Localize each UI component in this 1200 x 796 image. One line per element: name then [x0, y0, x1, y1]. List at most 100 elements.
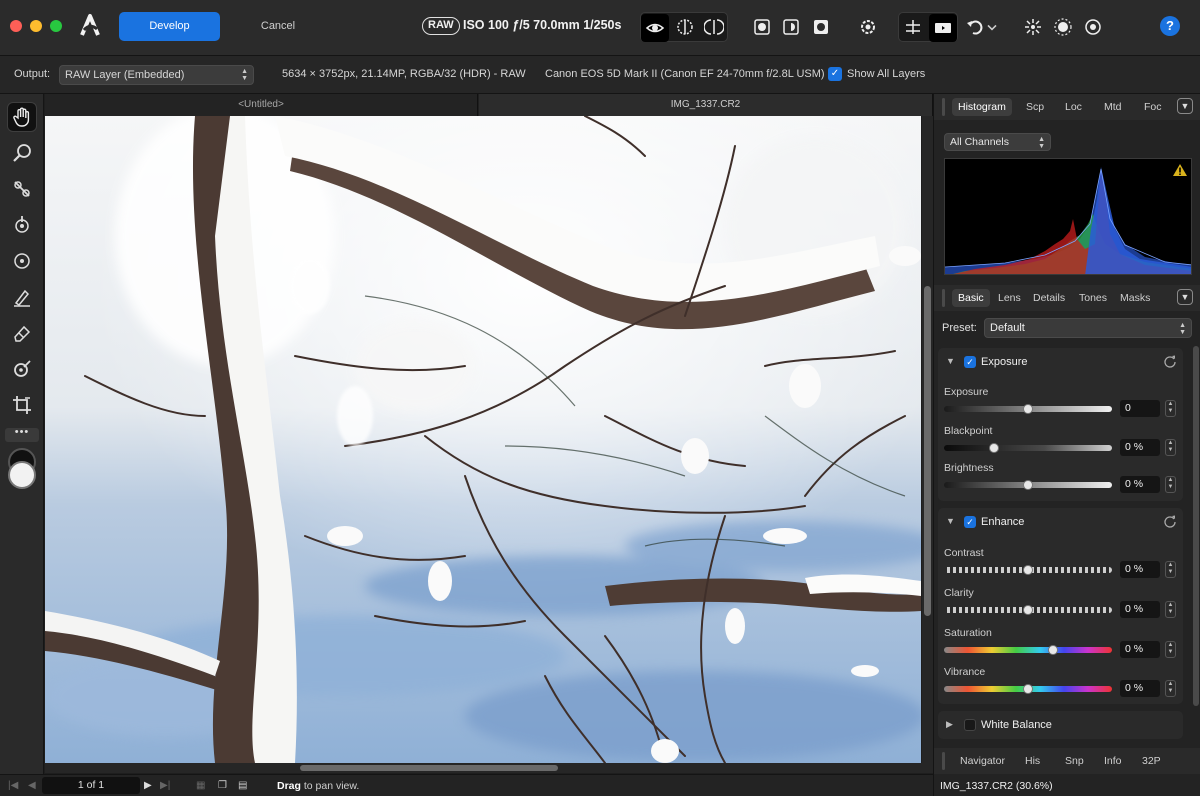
assistant-icon[interactable] [1049, 13, 1077, 41]
tab-lens[interactable]: Lens [992, 289, 1027, 307]
contrast-slider-knob[interactable] [1023, 565, 1033, 575]
tab-snapshots[interactable]: Snp [1059, 752, 1090, 770]
red-eye-tool[interactable] [7, 174, 37, 204]
canvas-horizontal-scrollbar[interactable] [45, 763, 933, 773]
brightness-stepper[interactable]: ▲ ▼ [1165, 476, 1176, 493]
saturation-value-field[interactable]: 0 % [1120, 641, 1160, 658]
saturation-slider[interactable] [944, 647, 1112, 653]
inpainting-tool[interactable] [7, 246, 37, 276]
primary-color-swatch[interactable] [8, 461, 36, 489]
exposure-slider-knob[interactable] [1023, 404, 1033, 414]
highlight-clipping-icon[interactable] [777, 13, 805, 41]
last-page-icon[interactable]: ▶| [160, 780, 170, 791]
overlay-paint-tool[interactable] [7, 282, 37, 312]
tab-navigator[interactable]: Navigator [954, 752, 1011, 770]
panel-scrollbar[interactable] [1193, 346, 1199, 706]
tab-tones[interactable]: Tones [1073, 289, 1113, 307]
canvas-vertical-scrollbar[interactable] [922, 116, 933, 763]
zoom-tool[interactable] [7, 138, 37, 168]
tab-untitled[interactable]: <Untitled> [45, 94, 478, 116]
contrast-stepper[interactable]: ▲ ▼ [1165, 561, 1176, 578]
snapshot-icon[interactable] [1079, 13, 1107, 41]
saturation-slider-knob[interactable] [1048, 645, 1059, 655]
next-page-icon[interactable]: ▶ [144, 780, 152, 791]
mirror-view-icon[interactable] [700, 13, 728, 41]
vibrance-stepper[interactable]: ▲ ▼ [1165, 680, 1176, 697]
page-indicator[interactable]: 1 of 1 [42, 777, 140, 794]
layout-split-icon[interactable] [899, 13, 927, 41]
overlay-erase-tool[interactable] [7, 318, 37, 348]
contrast-value-field[interactable]: 0 % [1120, 561, 1160, 578]
exposure-stepper[interactable]: ▲ ▼ [1165, 400, 1176, 417]
tab-details[interactable]: Details [1027, 289, 1071, 307]
disclosure-open-icon[interactable]: ▼ [946, 516, 955, 526]
sun-burst-icon[interactable] [1019, 13, 1047, 41]
enhance-enable-checkbox[interactable]: ✓ [964, 516, 976, 528]
tab-img-1337[interactable]: IMG_1337.CR2 [479, 94, 933, 116]
tab-info[interactable]: Info [1098, 752, 1128, 770]
eye-view-icon[interactable] [641, 14, 669, 42]
help-icon[interactable]: ? [1160, 16, 1180, 36]
horizontal-scroll-thumb[interactable] [300, 765, 558, 771]
enhance-group-header[interactable]: ▼ ✓ Enhance [938, 508, 1183, 536]
brightness-value-field[interactable]: 0 % [1120, 476, 1160, 493]
close-window-button[interactable] [10, 20, 22, 32]
blackpoint-stepper[interactable]: ▲ ▼ [1165, 439, 1176, 456]
disclosure-open-icon[interactable]: ▼ [946, 356, 955, 366]
panel-grip[interactable] [942, 98, 945, 116]
chevron-down-icon[interactable]: ▼ [1177, 289, 1193, 305]
saturation-stepper[interactable]: ▲ ▼ [1165, 641, 1176, 658]
settings-gear-icon[interactable] [854, 13, 882, 41]
clipping-warning-icon[interactable] [1173, 164, 1187, 176]
vibrance-value-field[interactable]: 0 % [1120, 680, 1160, 697]
develop-button[interactable]: Develop [119, 12, 220, 41]
grid-view-icon[interactable]: ▦ [196, 780, 205, 791]
white-balance-group[interactable]: ▶ White Balance [938, 711, 1183, 739]
channel-select[interactable]: All Channels ▲ ▼ [944, 133, 1051, 151]
prev-page-icon[interactable]: ◀ [28, 780, 36, 791]
tab-basic[interactable]: Basic [952, 289, 990, 307]
disclosure-closed-icon[interactable]: ▶ [946, 719, 953, 730]
duplicate-icon[interactable]: ❐ [218, 780, 227, 791]
exposure-group-header[interactable]: ▼ ✓ Exposure [938, 348, 1183, 376]
tab-location[interactable]: Loc [1059, 98, 1088, 116]
more-tools-button[interactable]: ••• [5, 427, 39, 442]
chevron-down-icon[interactable]: ▼ [1177, 98, 1193, 114]
tab-metadata[interactable]: Mtd [1098, 98, 1128, 116]
panel-grip[interactable] [942, 289, 945, 307]
zoom-window-button[interactable] [50, 20, 62, 32]
split-view-icon[interactable] [671, 13, 699, 41]
clarity-stepper[interactable]: ▲ ▼ [1165, 601, 1176, 618]
minimize-window-button[interactable] [30, 20, 42, 32]
exposure-value-field[interactable]: 0 [1120, 400, 1160, 417]
exposure-enable-checkbox[interactable]: ✓ [964, 356, 976, 368]
chevron-down-icon[interactable] [984, 13, 1000, 41]
gradient-overlay-tool[interactable] [7, 354, 37, 384]
reset-icon[interactable] [1163, 354, 1177, 368]
brightness-slider-knob[interactable] [1023, 480, 1033, 490]
show-all-layers-checkbox[interactable]: ✓ [828, 67, 842, 81]
blackpoint-slider[interactable] [944, 445, 1112, 451]
blackpoint-value-field[interactable]: 0 % [1120, 439, 1160, 456]
tab-masks[interactable]: Masks [1114, 289, 1156, 307]
blemish-removal-tool[interactable] [7, 210, 37, 240]
hand-tool[interactable] [7, 102, 37, 132]
tab-focus[interactable]: Foc [1138, 98, 1168, 116]
photo-canvas[interactable] [45, 116, 921, 763]
tab-histogram[interactable]: Histogram [952, 98, 1012, 116]
tone-clipping-icon[interactable] [807, 13, 835, 41]
tab-scope[interactable]: Scp [1020, 98, 1050, 116]
shadow-clipping-icon[interactable] [748, 13, 776, 41]
before-after-icon[interactable] [929, 14, 957, 42]
clarity-value-field[interactable]: 0 % [1120, 601, 1160, 618]
cancel-button[interactable]: Cancel [230, 12, 326, 41]
white-balance-enable-checkbox[interactable] [964, 719, 976, 731]
blackpoint-slider-knob[interactable] [989, 443, 1000, 453]
vibrance-slider-knob[interactable] [1023, 684, 1033, 694]
page-list-icon[interactable]: ▤ [238, 780, 247, 791]
tab-history[interactable]: His [1019, 752, 1046, 770]
vertical-scroll-thumb[interactable] [924, 286, 931, 616]
preset-select[interactable]: Default ▲ ▼ [984, 318, 1192, 338]
first-page-icon[interactable]: |◀ [8, 780, 18, 791]
output-select[interactable]: RAW Layer (Embedded) ▲ ▼ [59, 65, 254, 85]
